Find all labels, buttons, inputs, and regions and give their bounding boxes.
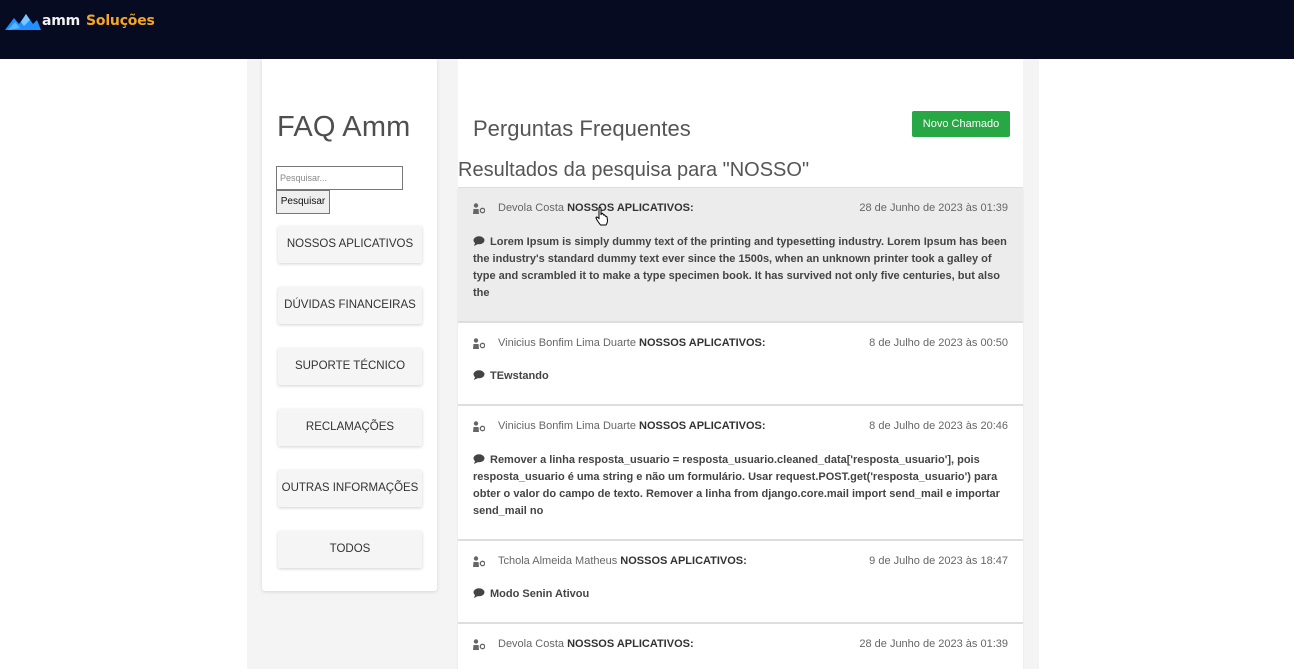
question-card[interactable]: Vinicius Bonfim Lima Duarte NOSSOS APLIC… [458,405,1023,540]
question-body: Lorem Ipsum is simply dummy text of the … [473,234,1008,302]
question-author: Vinicius Bonfim Lima Duarte [498,420,636,432]
top-navbar: amm Soluções [0,0,1294,59]
question-date: 8 de Julho de 2023 às 00:50 [869,337,1008,349]
user-tie-icon [473,203,485,214]
category-button-reclamacoes[interactable]: RECLAMAÇÕES [278,409,422,446]
sidebar-title: FAQ Amm [277,111,411,143]
question-header: Tchola Almeida Matheus NOSSOS APLICATIVO… [473,555,1008,569]
category-button-duvidas-financeiras[interactable]: DÚVIDAS FINANCEIRAS [278,287,422,324]
hand-cursor-icon [595,207,609,226]
question-category: NOSSOS APLICATIVOS: [639,337,766,349]
category-button-suporte-tecnico[interactable]: SUPORTE TÉCNICO [278,348,422,385]
user-tie-icon [473,338,485,349]
question-date: 8 de Julho de 2023 às 20:46 [869,420,1008,432]
question-header: Vinicius Bonfim Lima Duarte NOSSOS APLIC… [473,420,1008,434]
question-author: Devola Costa [498,202,565,214]
question-author: Devola Costa [498,638,565,650]
question-category: NOSSOS APLICATIVOS: [639,420,766,432]
question-body: Modo Senin Ativou [473,586,1008,603]
question-text: Remover a linha resposta_usuario = respo… [473,454,1000,517]
category-button-outras-informacoes[interactable]: OUTRAS INFORMAÇÕES [278,470,422,507]
category-button-nossos-aplicativos[interactable]: NOSSOS APLICATIVOS [278,226,422,263]
comment-icon [473,588,485,598]
question-body: Remover a linha resposta_usuario = respo… [473,452,1008,520]
question-category: NOSSOS APLICATIVOS: [567,638,694,650]
question-card[interactable]: Devola Costa NOSSOS APLICATIVOS: 28 de J… [458,623,1023,669]
new-ticket-button[interactable]: Novo Chamado [912,111,1010,137]
user-tie-icon [473,639,485,650]
search-input[interactable] [276,166,403,190]
comment-icon [473,454,485,464]
question-date: 28 de Junho de 2023 às 01:39 [859,638,1008,650]
main-content: Perguntas Frequentes Novo Chamado Result… [458,59,1023,669]
brand-name: amm [42,13,81,29]
user-tie-icon [473,556,485,567]
user-tie-icon [473,421,485,432]
question-author: Vinicius Bonfim Lima Duarte [498,337,636,349]
comment-icon [473,236,485,246]
brand-link[interactable]: amm Soluções [4,10,155,32]
question-date: 28 de Junho de 2023 às 01:39 [859,202,1008,214]
search-results-title: Resultados da pesquisa para "NOSSO" [458,159,810,181]
question-card[interactable]: Vinicius Bonfim Lima Duarte NOSSOS APLIC… [458,322,1023,405]
question-text: TEwstando [490,370,549,382]
question-header: Devola Costa NOSSOS APLICATIVOS: 28 de J… [473,202,1008,216]
question-card[interactable]: Devola Costa NOSSOS APLICATIVOS: 28 de J… [458,187,1023,322]
question-category: NOSSOS APLICATIVOS: [620,555,747,567]
question-header: Devola Costa NOSSOS APLICATIVOS: 28 de J… [473,638,1008,652]
comment-icon [473,370,485,380]
question-category: NOSSOS APLICATIVOS: [567,202,694,214]
sidebar: FAQ Amm Pesquisar NOSSOS APLICATIVOS DÚV… [262,59,437,591]
search-button[interactable]: Pesquisar [276,190,330,214]
question-text: Lorem Ipsum is simply dummy text of the … [473,236,1007,299]
question-body: TEwstando [473,368,1008,385]
brand-suffix: Soluções [86,13,155,29]
category-button-todos[interactable]: TODOS [278,531,422,568]
page-title: Perguntas Frequentes [473,116,691,141]
question-header: Vinicius Bonfim Lima Duarte NOSSOS APLIC… [473,337,1008,351]
question-card[interactable]: Tchola Almeida Matheus NOSSOS APLICATIVO… [458,540,1023,623]
question-text: Modo Senin Ativou [490,588,590,600]
question-author: Tchola Almeida Matheus [498,555,618,567]
amm-logo-icon [5,14,41,30]
question-date: 9 de Julho de 2023 às 18:47 [869,555,1008,567]
